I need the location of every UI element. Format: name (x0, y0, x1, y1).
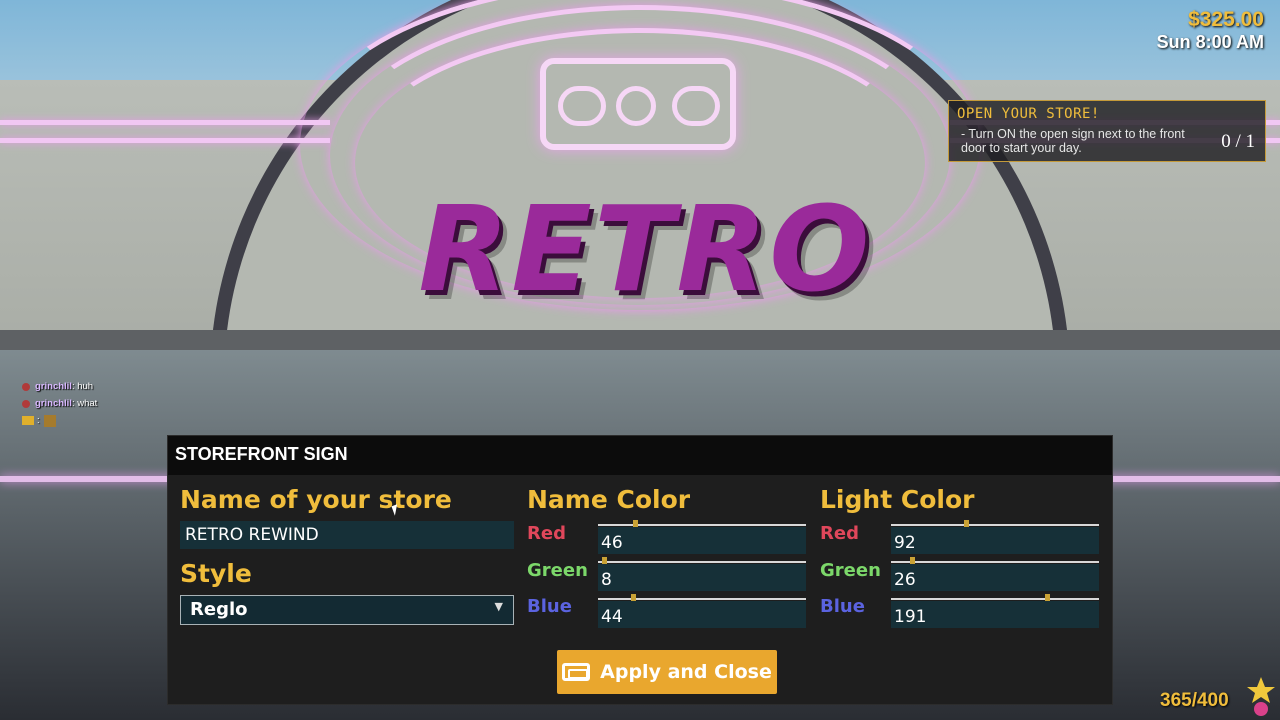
name-color-red-value[interactable]: 46 (598, 527, 806, 554)
money-amount: $325.00 (1188, 8, 1264, 31)
style-label: Style (180, 559, 252, 588)
capacity-counter: 365/400 (1160, 690, 1229, 711)
light-color-label: Light Color (820, 485, 975, 514)
neon-bar-left-2 (0, 138, 330, 143)
objective-progress: 0 / 1 (1221, 131, 1255, 152)
chat-line: grinchlil : huh (22, 378, 97, 395)
name-color-blue-label: Blue (527, 596, 572, 617)
light-color-green-slider[interactable]: 26 (891, 557, 1099, 591)
chat-user: grinchlil (35, 381, 72, 392)
name-color-green-slider[interactable]: 8 (598, 557, 806, 591)
name-color-blue-slider[interactable]: 44 (598, 594, 806, 628)
user-badge-icon (22, 399, 30, 408)
name-color-label: Name Color (527, 485, 691, 514)
light-color-red-slider[interactable]: 92 (891, 520, 1099, 554)
chat-line: grinchlil : what (22, 395, 97, 412)
name-color-blue-value[interactable]: 44 (598, 601, 806, 628)
store-name-input[interactable] (180, 521, 514, 549)
neon-tape-icon (540, 58, 736, 150)
light-color-green-label: Green (820, 560, 881, 581)
name-color-green-value[interactable]: 8 (598, 564, 806, 591)
store-name-label: Name of your store (180, 485, 452, 514)
dialog-title: STOREFRONT SIGN (168, 436, 1112, 475)
light-color-blue-label: Blue (820, 596, 865, 617)
subscriber-badge-icon (22, 416, 34, 425)
neon-bar-left-1 (0, 120, 330, 125)
chat-message: : what (71, 398, 98, 409)
user-badge-icon (22, 382, 30, 391)
objective-panel: OPEN YOUR STORE! - Turn ON the open sign… (948, 100, 1266, 162)
money-display: $325.00 Sun 8:00 AM (1157, 8, 1264, 53)
vhs-tape-icon (562, 663, 591, 681)
light-color-red-label: Red (820, 523, 859, 544)
style-dropdown[interactable]: Reglo ▼ (180, 595, 514, 625)
objective-title: OPEN YOUR STORE! (957, 106, 1100, 122)
style-value: Reglo (190, 599, 248, 620)
name-color-red-slider[interactable]: 46 (598, 520, 806, 554)
storefront-sign-dialog: STOREFRONT SIGN Name of your store Style… (167, 435, 1113, 705)
apply-button-label: Apply and Close (600, 661, 772, 683)
light-color-blue-slider[interactable]: 191 (891, 594, 1099, 628)
chat-user: grinchlil (35, 398, 72, 409)
name-color-green-label: Green (527, 560, 588, 581)
chat-message: : huh (71, 381, 94, 392)
objective-description: - Turn ON the open sign next to the fron… (961, 127, 1185, 155)
light-color-blue-value[interactable]: 191 (891, 601, 1099, 628)
name-color-red-label: Red (527, 523, 566, 544)
chat-feed: grinchlil : huh grinchlil : what : (22, 378, 97, 429)
light-color-green-value[interactable]: 26 (891, 564, 1099, 591)
apply-and-close-button[interactable]: Apply and Close (557, 650, 777, 694)
light-color-red-value[interactable]: 92 (891, 527, 1099, 554)
chat-message: : (37, 415, 40, 426)
dropdown-arrow-icon: ▼ (494, 600, 503, 613)
star-mascot-icon (1247, 677, 1275, 716)
emote-icon (43, 414, 56, 427)
chat-line: : (22, 412, 97, 429)
game-time: Sun 8:00 AM (1156, 32, 1264, 52)
facade-ledge (0, 330, 1280, 350)
